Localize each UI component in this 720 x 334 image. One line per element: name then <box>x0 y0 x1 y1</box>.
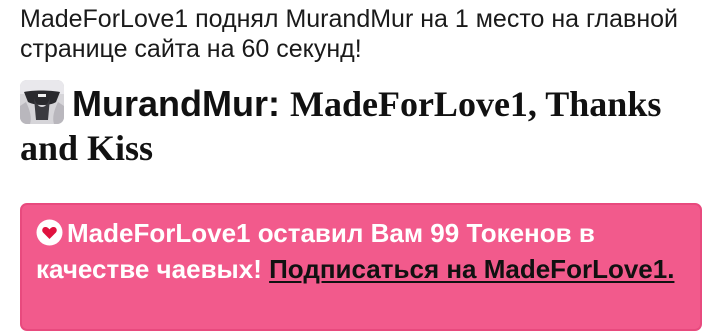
heart-icon <box>36 219 63 246</box>
message-username[interactable]: MurandMur: <box>72 83 280 124</box>
subscribe-link[interactable]: Подписаться на MadeForLove1. <box>269 254 674 284</box>
tip-notification: MadeForLove1 оставил Вам 99 Токенов в ка… <box>20 203 702 331</box>
chat-message: MurandMur: MadeForLove1, Thanks and Kiss <box>20 80 710 170</box>
avatar-photo-icon <box>20 80 64 124</box>
notice-text: MadeForLove1 поднял MurandMur на 1 место… <box>20 5 679 63</box>
top-notice: MadeForLove1 поднял MurandMur на 1 место… <box>20 4 710 64</box>
user-avatar[interactable] <box>20 80 64 124</box>
